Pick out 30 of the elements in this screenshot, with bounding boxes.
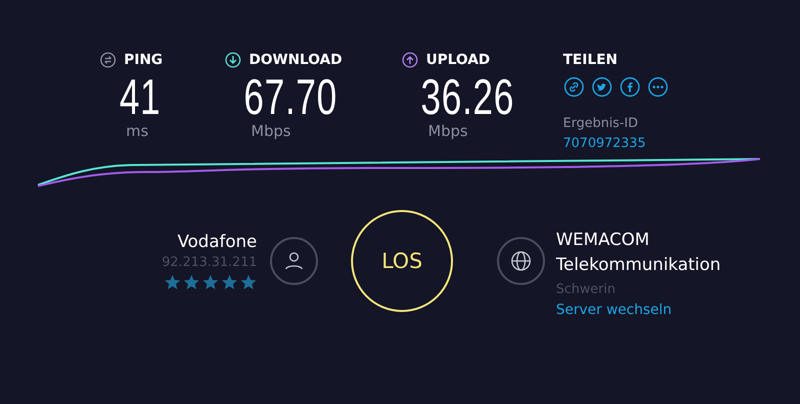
change-server-link[interactable]: Server wechseln <box>556 302 796 318</box>
user-icon <box>270 237 318 285</box>
start-test-button[interactable]: LOS <box>351 210 453 312</box>
result-id-label: Ergebnis-ID <box>563 116 638 131</box>
star-icon <box>240 274 257 290</box>
metric-label: UPLOAD <box>426 52 490 68</box>
link-icon[interactable] <box>563 76 585 98</box>
star-icon <box>164 274 181 290</box>
metric-label: PING <box>124 52 163 68</box>
metric-label: DOWNLOAD <box>249 52 342 68</box>
star-icon <box>183 274 200 290</box>
bird-icon[interactable] <box>591 76 613 98</box>
metric-value: 41 <box>118 72 162 122</box>
star-icon <box>202 274 219 290</box>
ping-icon <box>100 52 116 68</box>
metric-unit: ms <box>125 122 150 140</box>
metric-unit: Mbps <box>427 122 469 140</box>
metric-unit: Mbps <box>250 122 292 140</box>
f-letter-icon[interactable] <box>619 76 641 98</box>
more-icon[interactable] <box>647 76 669 98</box>
ip-address: 92.213.31.211 <box>162 254 257 270</box>
star-icon <box>221 274 238 290</box>
server-name: WEMACOM Telekommunikation <box>556 229 722 277</box>
server-location: Schwerin <box>556 282 616 297</box>
globe-icon <box>497 237 545 285</box>
metric-value: 67.70 <box>242 72 338 122</box>
isp-name: Vodafone <box>177 232 257 252</box>
result-id-link[interactable]: 7070972335 <box>563 136 646 151</box>
metric-value: 36.26 <box>420 72 516 122</box>
share-label: TEILEN <box>563 52 618 68</box>
